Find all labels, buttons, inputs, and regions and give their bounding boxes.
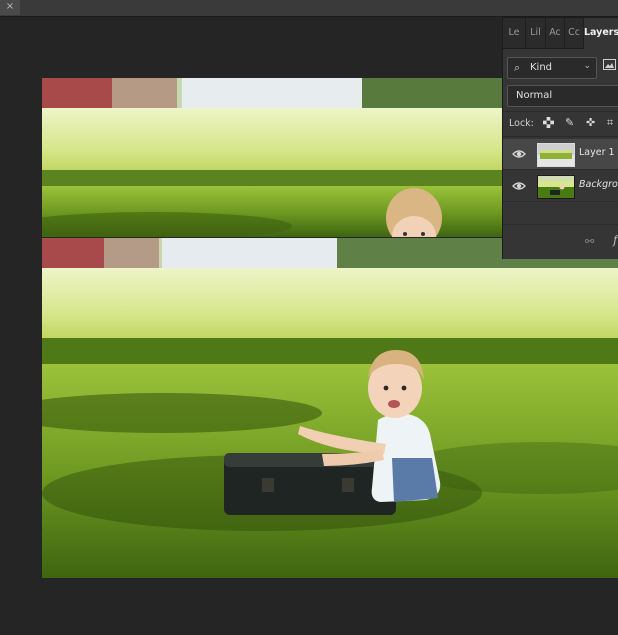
layer-thumbnail bbox=[537, 175, 575, 199]
layer-thumbnail bbox=[537, 143, 575, 167]
visibility-eye-icon[interactable] bbox=[512, 179, 526, 193]
canvas-photo[interactable] bbox=[42, 238, 618, 578]
lock-row: Lock: ✎ ✜ ⌗ bbox=[503, 111, 618, 137]
lock-artboard-icon[interactable]: ⌗ bbox=[607, 117, 613, 129]
search-icon: ⌕ bbox=[514, 61, 521, 74]
tab-actions[interactable]: Ac bbox=[546, 18, 565, 48]
link-layers-icon[interactable]: ⚯ bbox=[585, 235, 594, 248]
layer-name[interactable]: Layer 1 bbox=[579, 147, 615, 158]
chevron-down-icon: ⌄ bbox=[583, 61, 591, 71]
blend-mode-value: Normal bbox=[516, 90, 553, 101]
lock-transparent-pixels-icon[interactable] bbox=[543, 117, 554, 131]
layers-panel-footer: ⚯ f bbox=[503, 224, 618, 259]
lock-position-icon[interactable]: ✜ bbox=[586, 117, 595, 129]
lock-label: Lock: bbox=[509, 118, 534, 129]
document-tab-bar: × bbox=[0, 0, 618, 17]
layer-style-fx-icon[interactable]: f bbox=[613, 233, 617, 247]
kind-label: Kind bbox=[530, 62, 553, 73]
layer-filter-kind-select[interactable]: ⌕ Kind ⌄ bbox=[507, 57, 597, 79]
close-tab-icon[interactable]: × bbox=[0, 0, 20, 15]
panel-tab-bar: Le Lil Ac Cc Layers bbox=[503, 18, 618, 49]
visibility-eye-icon[interactable] bbox=[512, 147, 526, 161]
tab-color[interactable]: Cc bbox=[565, 18, 584, 48]
tab-libraries[interactable]: Lil bbox=[526, 18, 546, 48]
layer-name[interactable]: Backgrou bbox=[579, 179, 618, 190]
image-filter-icon[interactable] bbox=[603, 59, 617, 71]
layers-panel: Le Lil Ac Cc Layers ⌕ Kind ⌄ Normal Lock… bbox=[502, 17, 618, 259]
tab-layers[interactable]: Layers bbox=[584, 18, 618, 49]
layer-row-background[interactable]: Backgrou bbox=[503, 171, 618, 202]
blend-mode-select[interactable]: Normal bbox=[507, 85, 618, 107]
layer-row-layer-1[interactable]: Layer 1 bbox=[503, 139, 618, 170]
lock-image-pixels-icon[interactable]: ✎ bbox=[565, 117, 574, 129]
canvas-layer-preview-top[interactable] bbox=[42, 78, 502, 237]
tab-learn[interactable]: Le bbox=[503, 18, 526, 48]
